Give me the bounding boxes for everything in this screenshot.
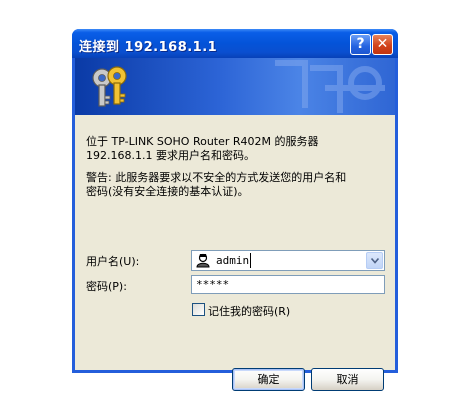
login-dialog: 连接到 192.168.1.1 ? ✕ 位于 TP-LINK SOHO Rout… [72,29,398,391]
username-combobox[interactable]: admin [191,250,385,271]
banner [75,58,395,115]
username-dropdown-button[interactable] [366,252,383,269]
server-message-line1: 位于 TP-LINK SOHO Router R402M 的服务器 [86,135,319,148]
dialog-body: 位于 TP-LINK SOHO Router R402M 的服务器 192.16… [75,58,395,391]
server-message-line2: 192.168.1.1 要求用户名和密码。 [86,149,255,162]
remember-password-checkbox[interactable] [192,303,205,316]
keys-icon [92,66,127,107]
help-icon: ? [356,36,365,52]
banner-decoration [275,60,385,113]
remember-password-label[interactable]: 记住我的密码(R) [208,303,290,319]
password-field[interactable]: ***** [191,275,385,294]
password-label: 密码(P): [86,280,127,293]
help-button[interactable]: ? [350,34,371,55]
text-cursor [250,253,251,268]
window-title: 连接到 192.168.1.1 [79,40,218,55]
username-value: admin [216,254,250,267]
ok-button[interactable]: 确定 [232,368,305,391]
username-label: 用户名(U): [86,255,140,268]
warning-line1: 警告: 此服务器要求以不安全的方式发送您的用户名和 [86,171,347,184]
chevron-down-icon [371,258,379,264]
warning-line2: 密码(没有安全连接的基本认证)。 [86,185,249,198]
close-button[interactable]: ✕ [372,34,393,55]
close-icon: ✕ [376,36,389,52]
title-bar[interactable]: 连接到 192.168.1.1 ? ✕ [72,29,398,58]
cancel-button[interactable]: 取消 [311,368,384,391]
user-icon [196,253,210,268]
